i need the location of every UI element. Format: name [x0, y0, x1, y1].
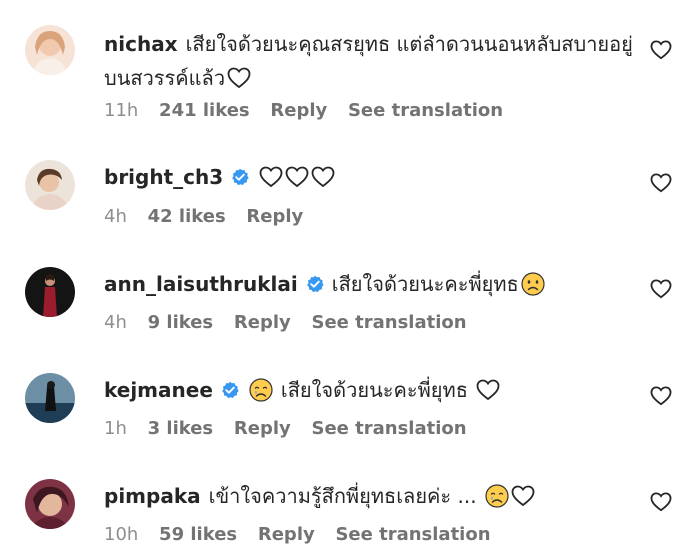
likes-count[interactable]: 9 likes: [148, 312, 214, 333]
username[interactable]: nichax: [104, 32, 178, 56]
likes-count[interactable]: 241 likes: [159, 100, 250, 121]
username[interactable]: pimpaka: [104, 484, 201, 508]
heart-outline-emoji: [476, 379, 500, 401]
comment-text: nichax เสียใจด้วยนะคุณสรยุทธ แต่ลำดวนนอนห…: [104, 27, 634, 95]
avatar[interactable]: [25, 267, 75, 317]
crying-face-emoji: [484, 484, 509, 508]
verified-badge-icon: [221, 381, 239, 399]
comment-text: pimpaka เข้าใจความรู้สึกพี่ยุทธเลยค่ะ ...: [104, 479, 634, 513]
reply-button[interactable]: Reply: [270, 100, 327, 121]
reply-button[interactable]: Reply: [246, 206, 303, 227]
comment-time[interactable]: 11h: [104, 100, 138, 121]
like-heart-icon[interactable]: [650, 279, 672, 299]
comment-text: kejmanee เสียใจด้วยนะคะพี่ยุทธ: [104, 373, 634, 407]
avatar[interactable]: [25, 479, 75, 529]
reply-button[interactable]: Reply: [258, 524, 315, 545]
username[interactable]: bright_ch3: [104, 165, 223, 189]
heart-outline-emoji: [311, 166, 335, 188]
comment-time[interactable]: 4h: [104, 206, 127, 227]
likes-count[interactable]: 42 likes: [148, 206, 226, 227]
avatar[interactable]: [25, 25, 75, 75]
comment-body: เสียใจด้วยนะคะพี่ยุทธ: [280, 378, 468, 402]
comment-time[interactable]: 1h: [104, 418, 127, 439]
username[interactable]: ann_laisuthruklai: [104, 272, 298, 296]
avatar[interactable]: [25, 373, 75, 423]
likes-count[interactable]: 59 likes: [159, 524, 237, 545]
comment-body: เสียใจด้วยนะคุณสรยุทธ แต่ลำดวนนอนหลับสบา…: [104, 32, 633, 90]
comment-meta: 11h 241 likes Reply See translation: [104, 100, 518, 122]
crying-face-emoji: [249, 378, 273, 402]
comment-body: เสียใจด้วยนะคะพี่ยุทธ: [331, 272, 519, 296]
comment-time[interactable]: 4h: [104, 312, 127, 333]
comment-meta: 10h 59 likes Reply See translation: [104, 524, 506, 546]
like-heart-icon[interactable]: [650, 492, 672, 512]
see-translation-button[interactable]: See translation: [335, 524, 490, 545]
see-translation-button[interactable]: See translation: [311, 312, 466, 333]
heart-outline-emoji: [259, 166, 283, 188]
reply-button[interactable]: Reply: [234, 312, 291, 333]
sad-face-emoji: [521, 272, 545, 296]
username[interactable]: kejmanee: [104, 378, 213, 402]
verified-badge-icon: [306, 275, 324, 293]
comment-body: เข้าใจความรู้สึกพี่ยุทธเลยค่ะ ...: [208, 484, 477, 508]
like-heart-icon[interactable]: [650, 386, 672, 406]
reply-button[interactable]: Reply: [234, 418, 291, 439]
like-heart-icon[interactable]: [650, 173, 672, 193]
comment-time[interactable]: 10h: [104, 524, 138, 545]
see-translation-button[interactable]: See translation: [311, 418, 466, 439]
comment-meta: 4h 42 likes Reply: [104, 206, 318, 228]
comment-meta: 4h 9 likes Reply See translation: [104, 312, 482, 334]
see-translation-button[interactable]: See translation: [348, 100, 503, 121]
comment-meta: 1h 3 likes Reply See translation: [104, 418, 482, 440]
heart-outline-emoji: [285, 166, 309, 188]
comment-text: ann_laisuthruklai เสียใจด้วยนะคะพี่ยุทธ: [104, 267, 634, 301]
avatar[interactable]: [25, 160, 75, 210]
likes-count[interactable]: 3 likes: [148, 418, 214, 439]
heart-outline-emoji: [511, 485, 535, 507]
like-heart-icon[interactable]: [650, 40, 672, 60]
verified-badge-icon: [231, 168, 249, 186]
comment-text: bright_ch3: [104, 160, 634, 194]
heart-outline-emoji: [227, 67, 251, 89]
